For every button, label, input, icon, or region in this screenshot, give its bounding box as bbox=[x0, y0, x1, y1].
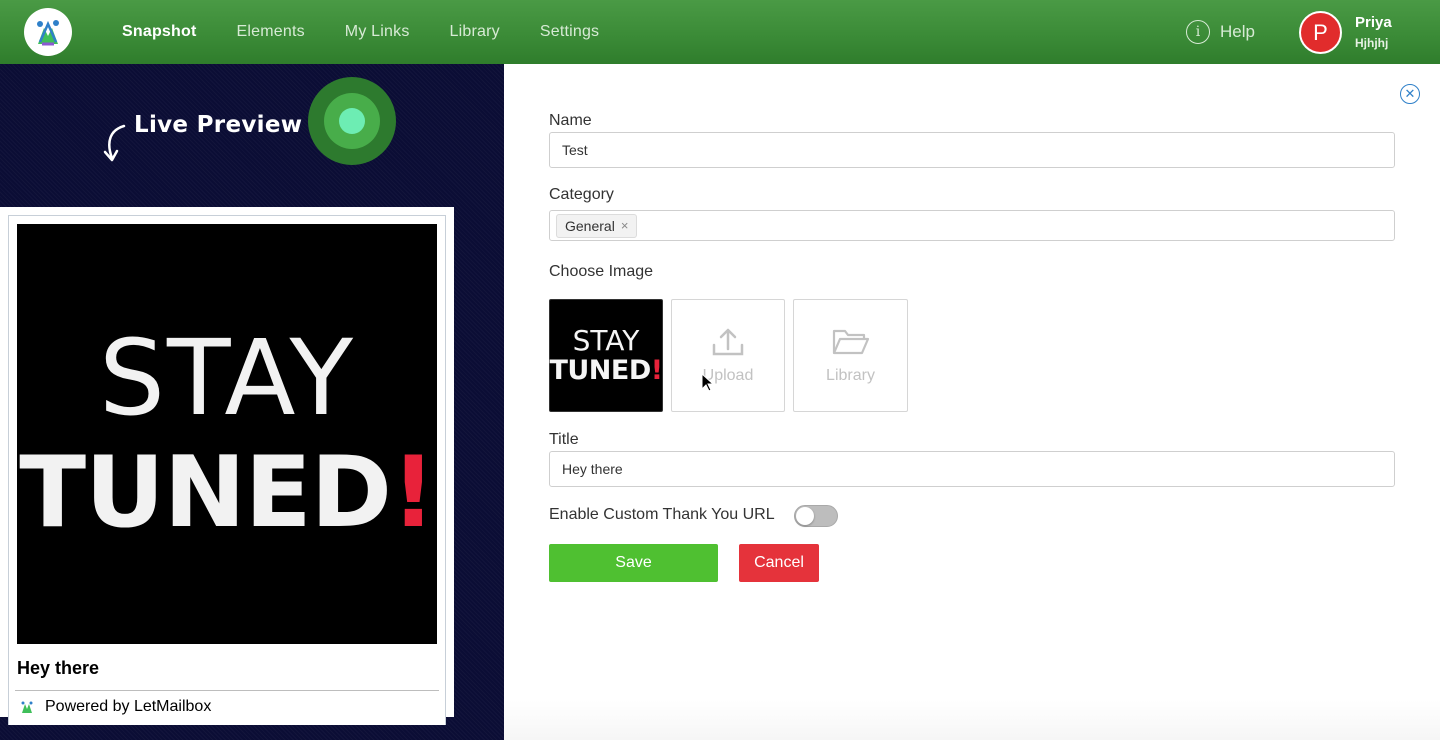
main-nav: Snapshot Elements My Links Library Setti… bbox=[122, 0, 639, 64]
pulse-indicator-icon bbox=[308, 77, 396, 165]
nav-settings[interactable]: Settings bbox=[540, 23, 599, 41]
title-label: Title bbox=[549, 431, 579, 448]
category-select[interactable]: General × bbox=[549, 210, 1395, 241]
folder-icon bbox=[832, 329, 869, 354]
letmailbox-icon bbox=[21, 701, 33, 713]
info-icon: i bbox=[1186, 20, 1210, 44]
preview-image-line2: TUNED! bbox=[19, 436, 435, 550]
category-label: Category bbox=[549, 186, 614, 203]
nav-snapshot[interactable]: Snapshot bbox=[122, 23, 197, 41]
nav-my-links[interactable]: My Links bbox=[345, 23, 410, 41]
library-image-button[interactable]: Library bbox=[793, 299, 908, 412]
custom-url-label: Enable Custom Thank You URL bbox=[549, 506, 775, 523]
library-label: Library bbox=[826, 366, 875, 384]
top-navbar: Snapshot Elements My Links Library Setti… bbox=[0, 0, 1440, 64]
title-input[interactable]: Hey there bbox=[549, 451, 1395, 487]
preview-frame: STAY TUNED! Hey there Powered by LetMail… bbox=[0, 207, 454, 725]
powered-by[interactable]: Powered by LetMailbox bbox=[19, 698, 211, 716]
category-tag-label: General bbox=[565, 217, 615, 234]
close-icon[interactable]: ✕ bbox=[1400, 84, 1420, 104]
preview-card: STAY TUNED! Hey there Powered by LetMail… bbox=[8, 215, 446, 725]
avatar[interactable]: P bbox=[1299, 11, 1342, 54]
help-label: Help bbox=[1220, 22, 1255, 41]
mouse-cursor-icon bbox=[701, 373, 715, 392]
user-subtitle: Hjhjhj bbox=[1355, 36, 1389, 50]
choose-image-label: Choose Image bbox=[549, 263, 654, 280]
name-input[interactable]: Test bbox=[549, 132, 1395, 168]
curved-arrow-icon bbox=[103, 124, 126, 162]
save-button[interactable]: Save bbox=[549, 544, 718, 582]
nav-elements[interactable]: Elements bbox=[237, 23, 305, 41]
upload-image-button[interactable]: Upload bbox=[671, 299, 785, 412]
thumbnail-line1: STAY bbox=[572, 324, 640, 357]
bottom-fade bbox=[504, 700, 1440, 740]
preview-divider bbox=[15, 690, 439, 691]
preview-image-line1: STAY bbox=[98, 317, 356, 439]
upload-icon bbox=[712, 328, 744, 355]
toggle-knob bbox=[796, 507, 814, 525]
preview-image: STAY TUNED! bbox=[17, 224, 437, 644]
category-tag: General × bbox=[556, 213, 638, 238]
remove-tag-icon[interactable]: × bbox=[621, 218, 629, 233]
live-preview-label: Live Preview bbox=[134, 112, 303, 138]
app-logo-icon[interactable] bbox=[24, 8, 72, 56]
help-link[interactable]: i Help bbox=[1186, 20, 1255, 44]
name-label: Name bbox=[549, 112, 592, 129]
nav-library[interactable]: Library bbox=[450, 23, 500, 41]
cancel-button[interactable]: Cancel bbox=[739, 544, 819, 582]
thumbnail-line2: TUNED! bbox=[549, 355, 663, 386]
powered-by-label: Powered by LetMailbox bbox=[45, 698, 212, 715]
selected-image-thumbnail[interactable]: STAY TUNED! bbox=[549, 299, 663, 412]
user-name[interactable]: Priya bbox=[1355, 14, 1392, 31]
live-preview-panel: Live Preview STAY TUNED! Hey there Power… bbox=[0, 64, 504, 740]
preview-title: Hey there bbox=[17, 658, 100, 678]
custom-url-toggle[interactable] bbox=[794, 505, 838, 527]
